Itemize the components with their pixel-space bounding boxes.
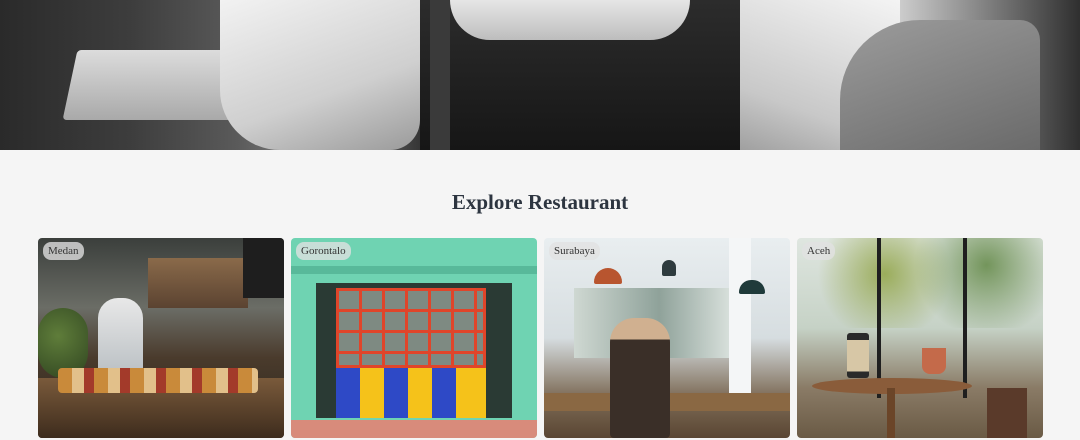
section-title: Explore Restaurant [451, 190, 629, 214]
city-label: Surabaya [549, 242, 600, 260]
hero-shirt-left [220, 0, 420, 150]
photo-food [58, 368, 258, 393]
photo-step [291, 420, 537, 438]
restaurant-card-surabaya[interactable]: Surabaya [544, 238, 790, 438]
photo-cook [98, 298, 143, 378]
photo-pillar [729, 238, 751, 398]
photo-french-press [847, 333, 869, 378]
photo-lamp [662, 260, 676, 276]
photo-chair [987, 388, 1027, 438]
hero-shirt-collar [450, 0, 690, 40]
photo-window-frame [336, 288, 486, 368]
photo-patron [610, 318, 670, 438]
city-label: Gorontalo [296, 242, 351, 260]
photo-door-panels [336, 368, 486, 418]
hero-arm [840, 20, 1040, 150]
restaurant-card-medan[interactable]: Medan [38, 238, 284, 438]
city-label: Medan [43, 242, 84, 260]
restaurant-card-gorontalo[interactable]: Gorontalo [291, 238, 537, 438]
photo-window-frame [877, 238, 967, 398]
restaurant-card-aceh[interactable]: Aceh [797, 238, 1043, 438]
photo-lamp [739, 280, 765, 294]
photo-chalkboard [243, 238, 284, 298]
photo-table-leg [887, 388, 895, 438]
hero-apron-strap [430, 0, 450, 150]
hero-image [0, 0, 1080, 150]
city-label: Aceh [802, 242, 836, 260]
restaurant-list: Medan Gorontalo Surabaya Aceh [38, 238, 1044, 440]
photo-lamp [594, 268, 622, 284]
photo-plant-pot [922, 348, 946, 374]
photo-shelf [148, 258, 248, 308]
photo-beam [291, 266, 537, 274]
